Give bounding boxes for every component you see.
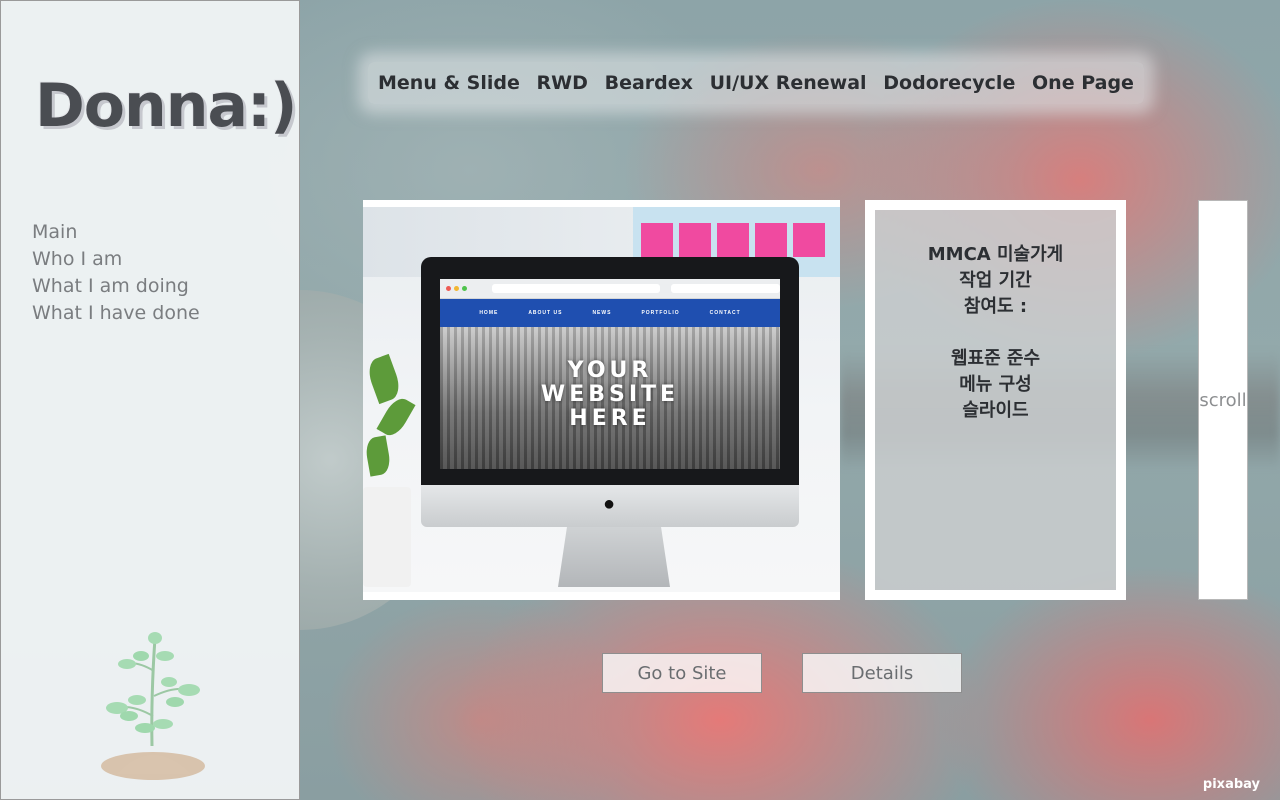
hero-line-3: HERE <box>569 406 651 431</box>
sidebar-item-main[interactable]: Main <box>32 219 200 246</box>
info-title: MMCA 미술가게 <box>927 244 1064 265</box>
info-feature-3: 슬라이드 <box>962 400 1029 421</box>
sidebar-item-who-i-am[interactable]: Who I am <box>32 246 200 273</box>
hero-line-2: WEBSITE <box>540 382 680 407</box>
menu-item-menu-slide[interactable]: Menu & Slide <box>378 72 520 94</box>
menu-item-beardex[interactable]: Beardex <box>605 72 693 94</box>
info-feature-2: 메뉴 구성 <box>959 374 1032 395</box>
potted-plant <box>363 487 411 587</box>
project-preview-image: HOME ABOUT US NEWS PORTFOLIO CONTACT YOU… <box>363 200 840 600</box>
info-period: 작업 기간 <box>959 270 1032 291</box>
logo[interactable]: Donna:) <box>35 71 297 141</box>
apple-logo-icon: ● <box>603 493 616 515</box>
menu-item-dodorecycle[interactable]: Dodorecycle <box>883 72 1015 94</box>
sidebar-nav: Main Who I am What I am doing What I hav… <box>32 219 200 327</box>
menu-item-rwd[interactable]: RWD <box>537 72 588 94</box>
sidebar: Donna:) Main Who I am What I am doing Wh… <box>0 0 300 800</box>
info-feature-1: 웹표준 준수 <box>950 348 1041 369</box>
details-button[interactable]: Details <box>802 653 962 693</box>
sidebar-item-what-i-am-doing[interactable]: What I am doing <box>32 273 200 300</box>
city-hero: YOUR WEBSITE HERE <box>440 327 780 469</box>
scroll-panel[interactable]: scroll <box>1198 200 1248 600</box>
info-participation: 참여도 : <box>963 296 1028 317</box>
menu-item-one-page[interactable]: One Page <box>1032 72 1134 94</box>
hero-line-1: YOUR <box>567 358 653 383</box>
go-to-site-button[interactable]: Go to Site <box>602 653 762 693</box>
monitor-stand <box>558 527 670 587</box>
menu-item-uiux-renewal[interactable]: UI/UX Renewal <box>710 72 867 94</box>
imac-monitor: HOME ABOUT US NEWS PORTFOLIO CONTACT YOU… <box>421 257 799 497</box>
project-menu: Menu & Slide RWD Beardex UI/UX Renewal D… <box>368 62 1144 104</box>
sidebar-item-what-i-have-done[interactable]: What I have done <box>32 300 200 327</box>
plant-illustration <box>101 632 205 780</box>
monitor-screen: HOME ABOUT US NEWS PORTFOLIO CONTACT YOU… <box>440 279 780 469</box>
mock-site-nav: HOME ABOUT US NEWS PORTFOLIO CONTACT <box>440 299 780 327</box>
image-credit: pixabay <box>1202 777 1260 792</box>
project-info-panel: MMCA 미술가게 작업 기간 참여도 : 웹표준 준수 메뉴 구성 슬라이드 <box>865 200 1126 600</box>
